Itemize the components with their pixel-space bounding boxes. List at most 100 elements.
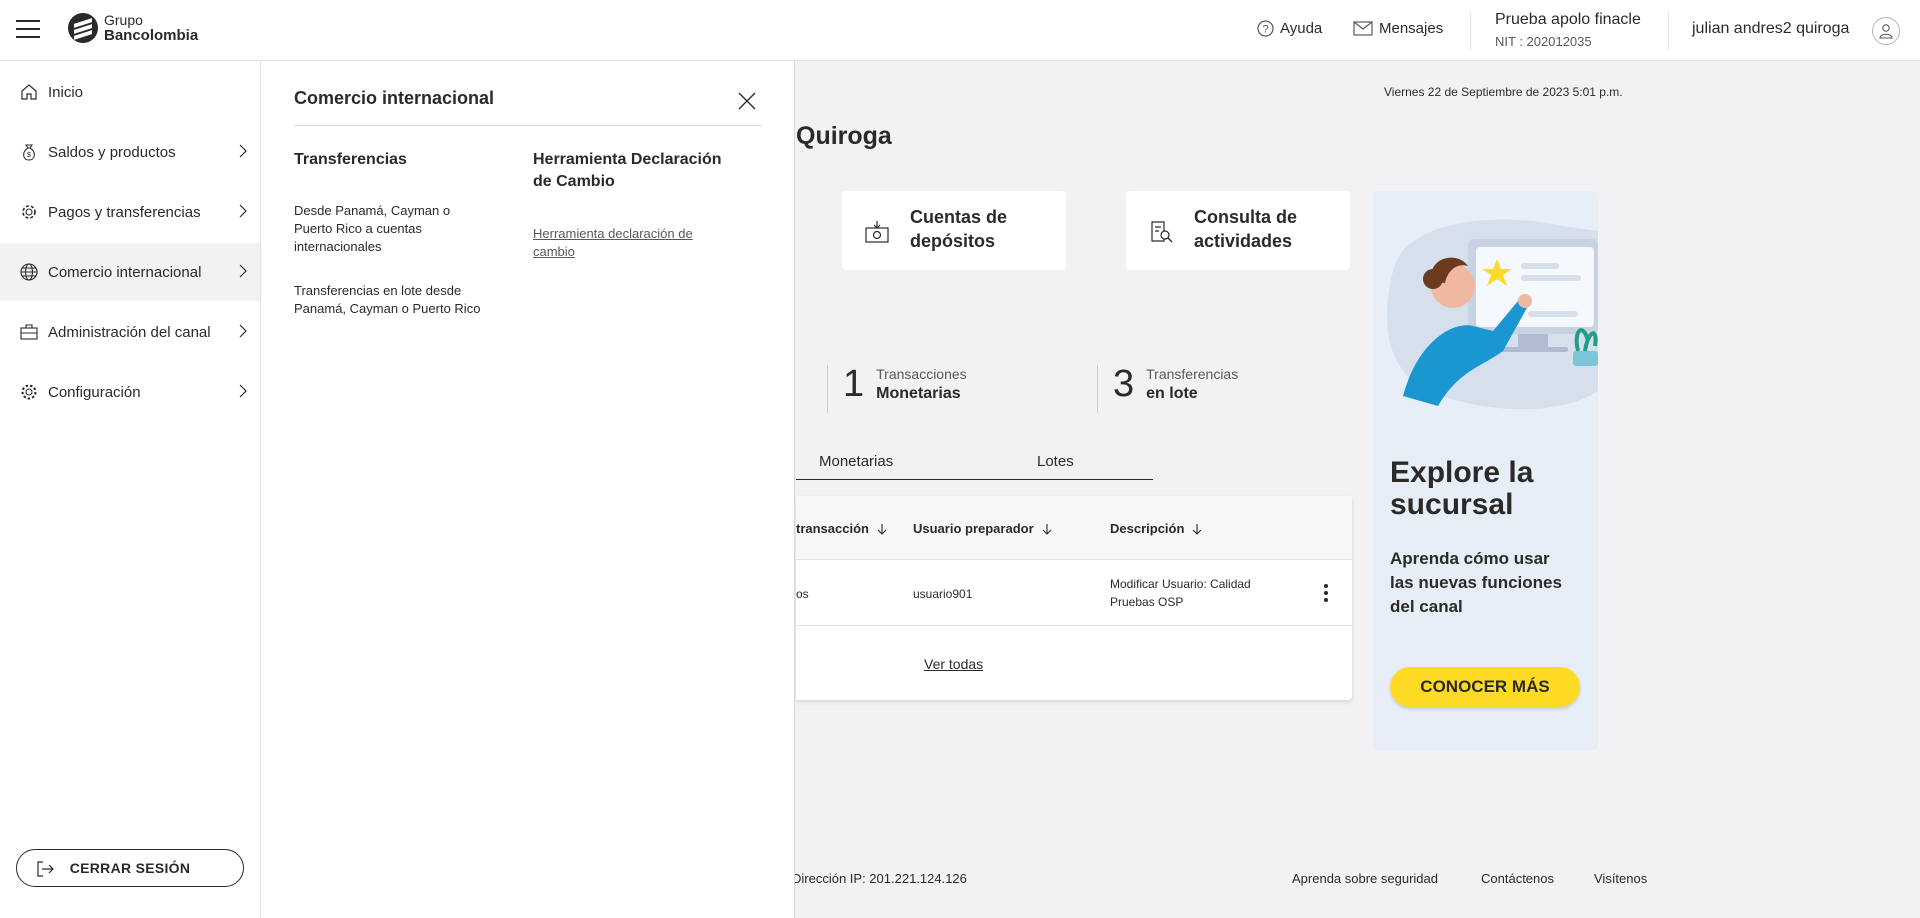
tabs-underline (796, 479, 1153, 480)
current-datetime: Viernes 22 de Septiembre de 2023 5:01 p.… (1384, 85, 1623, 99)
chevron-right-icon (239, 264, 247, 278)
header-divider (1668, 12, 1669, 50)
payments-gear-icon (18, 201, 40, 223)
sidebar-item-label: Administración del canal (48, 323, 211, 341)
counter-number: 1 (843, 363, 865, 405)
promo-subtitle: Aprenda cómo usar las nuevas funciones d… (1390, 549, 1562, 616)
flyout-divider (294, 125, 762, 126)
counter-lotes[interactable]: 3 Transferencias en lote (1113, 363, 1238, 406)
user-name[interactable]: julian andres2 quiroga (1692, 20, 1849, 38)
table-row[interactable]: os usuario901 Modificar Usuario: Calidad… (796, 560, 1352, 626)
chevron-right-icon (239, 144, 247, 158)
logo-text: Grupo Bancolombia (104, 12, 199, 44)
sidebar-item-configuracion[interactable]: Configuración (0, 363, 260, 421)
quick-card-label: Cuentas de depósitos (910, 207, 1008, 251)
company-name: Prueba apolo finacle (1495, 11, 1641, 28)
counter-sublabel: Monetarias (876, 385, 961, 402)
flyout-panel-comercio: Comercio internacional Transferencias De… (261, 61, 795, 918)
counter-sublabel: en lote (1146, 385, 1198, 402)
activity-search-icon (1151, 221, 1173, 243)
flyout-col2-heading: Herramienta Declaración de Cambio (533, 151, 722, 190)
quick-card-label: Consulta de actividades (1194, 207, 1298, 251)
page-greeting: Quiroga (796, 122, 892, 150)
help-icon: ? (1257, 20, 1274, 37)
mail-icon (1353, 21, 1373, 36)
flyout-link-herramienta[interactable]: Herramienta declaración de cambio (533, 225, 713, 261)
logout-label: CERRAR SESIÓN (69, 860, 191, 876)
sort-arrow-icon (877, 523, 887, 535)
table-header: transacción Usuario preparador Descripci… (796, 496, 1352, 560)
cell-description: Modificar Usuario: Calidad Pruebas OSP (1110, 577, 1251, 609)
sidebar: Inicio $ Saldos y productos Pagos y tran… (0, 61, 261, 918)
chevron-right-icon (239, 384, 247, 398)
quick-card-cuentas[interactable]: Cuentas de depósitos (842, 191, 1066, 270)
cell-user: usuario901 (913, 587, 973, 601)
sidebar-item-label: Pagos y transferencias (48, 203, 201, 221)
flyout-link-transferencias-lote[interactable]: Transferencias en lote desde Panamá, Cay… (294, 282, 489, 318)
logo-mark-icon (68, 13, 98, 43)
briefcase-icon (18, 321, 40, 343)
company-info: Prueba apolo finacle NIT : 202012035 (1495, 11, 1641, 49)
sidebar-item-administracion[interactable]: Administración del canal (0, 303, 260, 361)
globe-icon (18, 261, 40, 283)
flyout-title: Comercio internacional (294, 88, 495, 108)
gear-icon (18, 381, 40, 403)
sort-arrow-icon (1193, 523, 1202, 535)
close-icon[interactable] (735, 89, 759, 113)
bancolombia-logo[interactable]: Grupo Bancolombia (68, 13, 198, 43)
ip-address: Dirección IP: 201.221.124.126 (792, 871, 967, 886)
sort-arrow-icon (1042, 523, 1052, 535)
sidebar-item-label: Saldos y productos (48, 143, 176, 161)
column-header-usuario[interactable]: Usuario preparador (913, 521, 1052, 536)
transactions-table: transacción Usuario preparador Descripci… (796, 496, 1352, 700)
see-all-link[interactable]: Ver todas (924, 656, 983, 672)
counter-divider (1097, 365, 1098, 413)
column-header-transaccion[interactable]: transacción (796, 521, 887, 536)
cell-type: os (796, 587, 809, 601)
sidebar-item-label: Configuración (48, 383, 141, 401)
svg-text:$: $ (27, 152, 31, 159)
footer-link-seguridad[interactable]: Aprenda sobre seguridad (1292, 871, 1438, 886)
chevron-right-icon (239, 204, 247, 218)
company-nit: NIT : 202012035 (1495, 34, 1592, 49)
flyout-col1-heading: Transferencias (294, 151, 407, 168)
promo-card: Explore la sucursal Aprenda cómo usar la… (1373, 191, 1598, 750)
tab-lotes[interactable]: Lotes (1037, 453, 1074, 470)
messages-link[interactable]: Mensajes (1353, 20, 1443, 37)
home-icon (18, 81, 40, 103)
header-divider (1470, 12, 1471, 50)
help-link[interactable]: ? Ayuda (1257, 20, 1322, 37)
footer-link-visitenos[interactable]: Visítenos (1594, 871, 1647, 886)
column-header-label: Descripción (1110, 521, 1185, 536)
logout-button[interactable]: CERRAR SESIÓN (16, 849, 244, 887)
logo-line1: Grupo (104, 12, 143, 28)
chevron-right-icon (239, 324, 247, 338)
row-options-icon[interactable] (1324, 584, 1328, 605)
help-label: Ayuda (1280, 20, 1323, 37)
logout-icon (37, 861, 54, 877)
quick-card-consulta[interactable]: Consulta de actividades (1126, 191, 1350, 270)
tab-monetarias[interactable]: Monetarias (819, 453, 893, 470)
svg-text:?: ? (1262, 24, 1268, 36)
promo-cta-button[interactable]: CONOCER MÁS (1390, 667, 1580, 707)
menu-hamburger-icon[interactable] (16, 20, 40, 40)
counter-monetarias[interactable]: 1 Transacciones Monetarias (843, 363, 967, 406)
sidebar-item-label: Inicio (48, 83, 84, 101)
counter-label: Transacciones (876, 366, 967, 382)
sidebar-item-label: Comercio internacional (48, 263, 202, 281)
footer-link-contactenos[interactable]: Contáctenos (1481, 871, 1554, 886)
flyout-link-desde-panama[interactable]: Desde Panamá, Cayman o Puerto Rico a cue… (294, 202, 469, 256)
promo-title: Explore la sucursal (1390, 456, 1534, 521)
logo-line2: Bancolombia (104, 27, 199, 44)
promo-illustration (1387, 219, 1598, 410)
sidebar-item-pagos[interactable]: Pagos y transferencias (0, 183, 260, 241)
column-header-descripcion[interactable]: Descripción (1110, 521, 1202, 536)
user-avatar-icon[interactable] (1872, 17, 1900, 45)
column-header-label: transacción (796, 521, 869, 536)
sidebar-item-inicio[interactable]: Inicio (0, 63, 260, 121)
sidebar-item-comercio[interactable]: Comercio internacional (0, 243, 260, 301)
messages-label: Mensajes (1379, 20, 1444, 37)
sidebar-item-saldos[interactable]: $ Saldos y productos (0, 123, 260, 181)
counter-label: Transferencias (1146, 366, 1239, 382)
counter-number: 3 (1113, 363, 1135, 405)
